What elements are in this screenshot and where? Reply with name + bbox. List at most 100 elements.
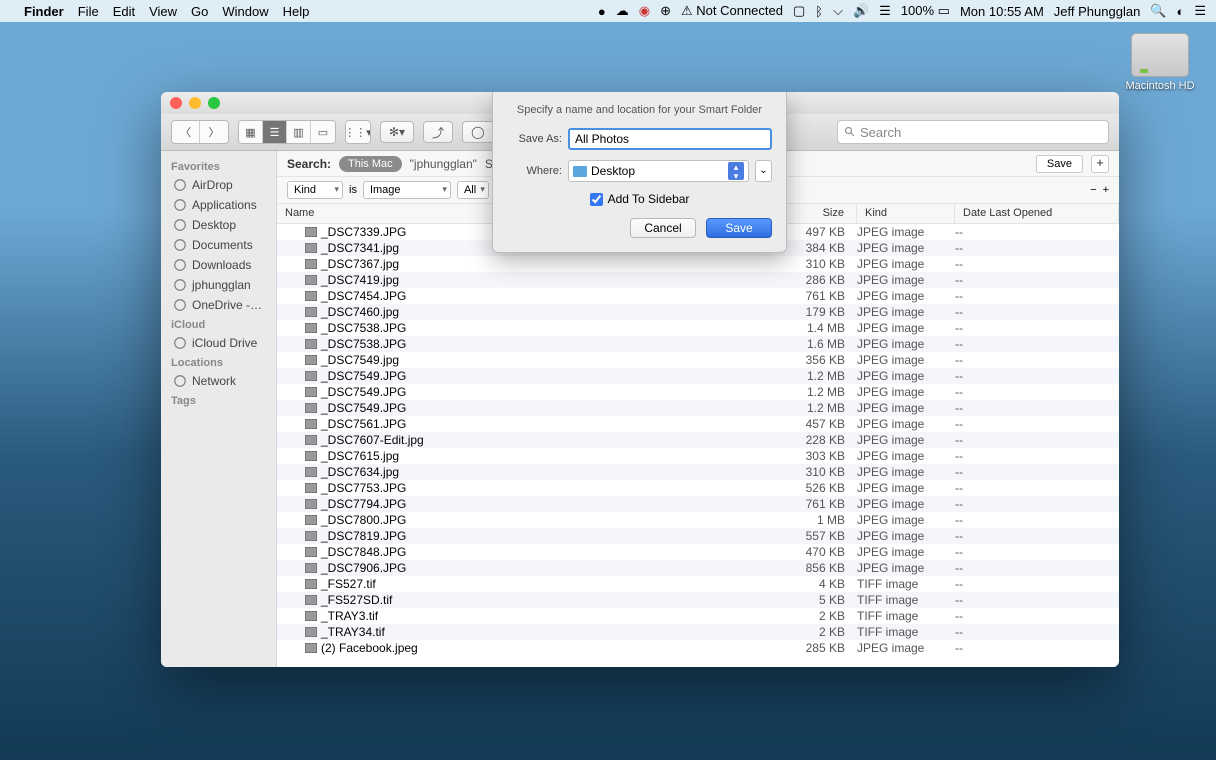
table-row[interactable]: _FS527SD.tif5 KBTIFF image-- (277, 592, 1119, 608)
gallery-view-button[interactable]: ▭ (311, 121, 335, 143)
sidebar-item[interactable]: Desktop (161, 215, 276, 235)
criteria-field-select[interactable]: Kind (287, 181, 343, 199)
status-dot-icon[interactable]: ● (598, 4, 606, 19)
scope-add-button[interactable]: + (1091, 155, 1109, 173)
file-date: -- (955, 273, 1119, 287)
table-row[interactable]: _DSC7549.JPG1.2 MBJPEG image-- (277, 368, 1119, 384)
table-row[interactable]: _DSC7561.JPG457 KBJPEG image-- (277, 416, 1119, 432)
airplay-icon[interactable]: ▢ (793, 3, 805, 19)
back-button[interactable]: 〈 (172, 121, 200, 143)
criteria-value-select[interactable]: Image (363, 181, 451, 199)
table-row[interactable]: _TRAY3.tif2 KBTIFF image-- (277, 608, 1119, 624)
table-row[interactable]: _DSC7454.JPG761 KBJPEG image-- (277, 288, 1119, 304)
user-name[interactable]: Jeff Phungglan (1054, 4, 1141, 19)
file-date: -- (955, 641, 1119, 655)
col-date[interactable]: Date Last Opened (955, 204, 1119, 223)
icon-view-button[interactable]: ▦ (239, 121, 263, 143)
table-row[interactable]: _DSC7538.JPG1.4 MBJPEG image-- (277, 320, 1119, 336)
expand-button[interactable]: ⌄ (755, 160, 772, 182)
table-row[interactable]: _DSC7549.JPG1.2 MBJPEG image-- (277, 384, 1119, 400)
forward-button[interactable]: 〉 (200, 121, 228, 143)
minimize-button[interactable] (189, 97, 201, 109)
table-row[interactable]: (2) Facebook.jpeg285 KBJPEG image-- (277, 640, 1119, 656)
globe-icon[interactable]: ⊕ (660, 3, 671, 19)
table-row[interactable]: _DSC7634.jpg310 KBJPEG image-- (277, 464, 1119, 480)
sidebar-item-label: Applications (192, 198, 257, 212)
file-date: -- (955, 305, 1119, 319)
control-center-icon[interactable]: ☰ (879, 3, 891, 19)
menu-view[interactable]: View (149, 4, 177, 19)
table-row[interactable]: _DSC7819.JPG557 KBJPEG image-- (277, 528, 1119, 544)
file-name: _DSC7549.jpg (321, 353, 399, 367)
menu-window[interactable]: Window (222, 4, 268, 19)
save-as-input[interactable] (568, 128, 772, 150)
sidebar-item[interactable]: iCloud Drive (161, 333, 276, 353)
sidebar-item[interactable]: Network (161, 371, 276, 391)
where-select[interactable]: Desktop ▴▾ (568, 160, 749, 182)
table-row[interactable]: _DSC7615.jpg303 KBJPEG image-- (277, 448, 1119, 464)
sidebar-item[interactable]: Downloads (161, 255, 276, 275)
table-row[interactable]: _DSC7753.JPG526 KBJPEG image-- (277, 480, 1119, 496)
file-size: 4 KB (767, 577, 857, 591)
app-name[interactable]: Finder (24, 4, 64, 19)
file-thumb-icon (305, 547, 317, 557)
menu-help[interactable]: Help (283, 4, 310, 19)
sidebar-item[interactable]: Applications (161, 195, 276, 215)
zoom-button[interactable] (208, 97, 220, 109)
criteria-all-select[interactable]: All (457, 181, 489, 199)
sidebar-item-icon (173, 178, 187, 192)
share-button[interactable]: ⤴ (423, 121, 453, 143)
table-row[interactable]: _TRAY34.tif2 KBTIFF image-- (277, 624, 1119, 640)
table-row[interactable]: _DSC7460.jpg179 KBJPEG image-- (277, 304, 1119, 320)
table-row[interactable]: _DSC7794.JPG761 KBJPEG image-- (277, 496, 1119, 512)
list-view-button[interactable]: ☰ (263, 121, 287, 143)
table-row[interactable]: _DSC7848.JPG470 KBJPEG image-- (277, 544, 1119, 560)
add-to-sidebar-checkbox[interactable] (590, 193, 603, 206)
wifi-icon[interactable]: ⌵ (833, 3, 843, 19)
sidebar-item[interactable]: Documents (161, 235, 276, 255)
table-row[interactable]: _FS527.tif4 KBTIFF image-- (277, 576, 1119, 592)
bluetooth-icon[interactable]: ᛒ (815, 4, 823, 19)
file-size: 856 KB (767, 561, 857, 575)
siri-icon[interactable]: ◐ (1176, 4, 1184, 19)
table-row[interactable]: _DSC7800.JPG1 MBJPEG image-- (277, 512, 1119, 528)
record-icon[interactable]: ◉ (639, 3, 650, 19)
table-row[interactable]: _DSC7549.jpg356 KBJPEG image-- (277, 352, 1119, 368)
criteria-add-button[interactable]: + (1103, 184, 1109, 196)
table-row[interactable]: _DSC7607-Edit.jpg228 KBJPEG image-- (277, 432, 1119, 448)
sidebar-item[interactable]: OneDrive -… (161, 295, 276, 315)
group-button[interactable]: ⋮⋮▾ (346, 121, 370, 143)
save-button[interactable]: Save (706, 218, 772, 238)
clock[interactable]: Mon 10:55 AM (960, 4, 1044, 19)
battery-status[interactable]: 100% ▭ (901, 3, 950, 19)
spotlight-icon[interactable]: 🔍 (1150, 3, 1166, 19)
scope-this-mac[interactable]: This Mac (339, 156, 402, 172)
table-row[interactable]: _DSC7419.jpg286 KBJPEG image-- (277, 272, 1119, 288)
cloud-icon[interactable]: ☁︎ (616, 3, 629, 19)
close-button[interactable] (170, 97, 182, 109)
vpn-status[interactable]: ⚠︎ Not Connected (681, 3, 783, 19)
table-row[interactable]: _DSC7367.jpg310 KBJPEG image-- (277, 256, 1119, 272)
col-kind[interactable]: Kind (857, 204, 955, 223)
tags-button[interactable]: ◯ (462, 121, 493, 143)
menu-file[interactable]: File (78, 4, 99, 19)
sidebar-item[interactable]: jphungglan (161, 275, 276, 295)
table-row[interactable]: _DSC7906.JPG856 KBJPEG image-- (277, 560, 1119, 576)
menu-edit[interactable]: Edit (113, 4, 135, 19)
cancel-button[interactable]: Cancel (630, 218, 696, 238)
table-row[interactable]: _DSC7549.JPG1.2 MBJPEG image-- (277, 400, 1119, 416)
criteria-remove-button[interactable]: − (1090, 184, 1096, 196)
notifications-icon[interactable]: ☰ (1194, 3, 1206, 19)
column-view-button[interactable]: ▥ (287, 121, 311, 143)
volume-icon[interactable]: 🔊 (853, 3, 869, 19)
macintosh-hd-icon[interactable]: Macintosh HD (1124, 33, 1196, 92)
sidebar-item[interactable]: AirDrop (161, 175, 276, 195)
action-button[interactable]: ✻▾ (380, 121, 414, 143)
file-list[interactable]: _DSC7339.JPG497 KBJPEG image--_DSC7341.j… (277, 224, 1119, 667)
menu-go[interactable]: Go (191, 4, 208, 19)
table-row[interactable]: _DSC7538.JPG1.6 MBJPEG image-- (277, 336, 1119, 352)
scope-save-button[interactable]: Save (1036, 155, 1083, 173)
search-field[interactable]: Search (837, 120, 1109, 144)
file-name: _FS527SD.tif (321, 593, 392, 607)
scope-user[interactable]: "jphungglan" (410, 157, 477, 171)
